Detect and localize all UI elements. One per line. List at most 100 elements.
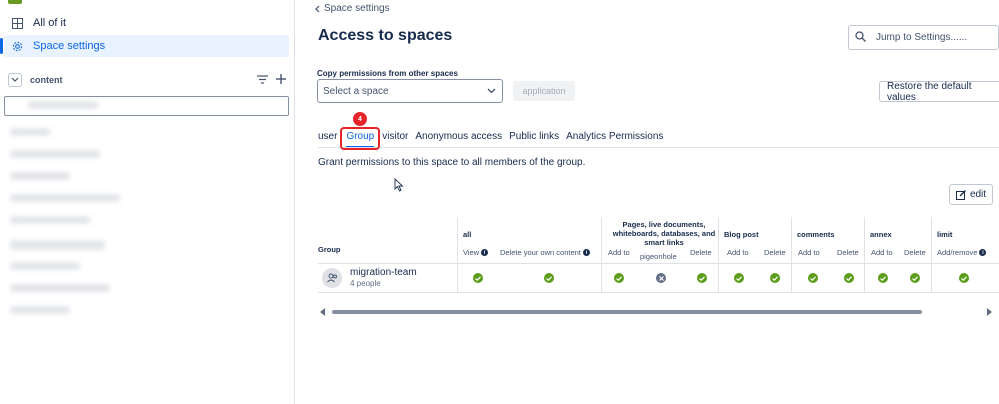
category-header: Pages, live documents, whiteboards, data… [612,220,716,247]
sub-header: View i [463,248,489,257]
group-member-count: 4 people [350,279,381,288]
check-icon [734,273,744,283]
collapse-toggle[interactable] [8,73,22,87]
tab-anonymous-access[interactable]: Anonymous access [415,131,502,147]
main-content: Space settings Access to spaces Jump to … [296,0,999,404]
jump-to-settings-input[interactable]: Jump to Settings...... [848,25,999,50]
check-icon [878,273,888,283]
jump-placeholder: Jump to Settings...... [876,32,968,43]
content-section-header: content [8,72,288,88]
app-root: All of it Space settings content Space s… [0,0,999,404]
info-icon[interactable]: i [481,249,489,256]
blurred-item [10,262,80,270]
blurred-item [10,216,90,224]
tab-visitor[interactable]: visitor [382,131,408,147]
mouse-cursor-icon [394,177,404,197]
blurred-item [10,194,120,202]
table-row[interactable]: migration-team 4 people [322,267,417,288]
plus-icon[interactable] [276,74,286,86]
header-divider [318,263,999,264]
active-indicator [0,38,3,54]
row-divider [318,292,999,293]
sidebar-item-all[interactable]: All of it [4,12,289,34]
sub-header: Delete [837,248,859,257]
group-avatar [322,267,342,288]
content-label: content [30,75,63,85]
horizontal-scrollbar[interactable] [318,306,999,318]
info-icon[interactable]: i [582,249,590,256]
category-header: limit [937,230,953,239]
apply-button[interactable]: application [513,81,575,101]
column-divider [864,217,865,293]
info-icon[interactable]: i [979,249,987,256]
category-header: Blog post [724,230,759,239]
column-divider [931,217,932,293]
column-divider [718,217,719,293]
check-icon [770,273,780,283]
chevron-left-icon [315,5,320,12]
pencil-icon [955,189,966,200]
sub-header: Delete [690,248,712,257]
check-icon [808,273,818,283]
category-header: annex [870,230,892,239]
permissions-table: Group all Pages, live documents, whitebo… [318,217,999,293]
edit-label: edit [969,189,987,200]
check-icon [959,273,969,283]
sub-header: pigeonhole [640,252,677,261]
group-name: migration-team [350,267,417,278]
sub-header: Add to [727,248,749,257]
blurred-item [10,128,50,136]
column-divider [457,217,458,293]
category-header: comments [797,230,835,239]
space-logo [8,0,22,4]
back-label: Space settings [324,3,390,14]
search-icon [855,30,866,45]
scrollbar-thumb[interactable] [332,310,922,314]
sidebar-item-space-settings[interactable]: Space settings [4,35,289,57]
sub-header: Add to [608,248,630,257]
scroll-right-icon[interactable] [986,308,992,316]
blurred-item [28,101,98,109]
tab-public-links[interactable]: Public links [509,131,559,147]
tab-description: Grant permissions to this space to all m… [318,157,586,168]
people-icon [326,273,337,282]
blurred-item [10,306,70,314]
space-select[interactable]: Select a space [317,79,503,103]
sub-header: Delete [904,248,926,257]
deny-icon [656,273,666,283]
sub-header: Add to [798,248,820,257]
breadcrumb-back[interactable]: Space settings [314,3,390,14]
sub-header: Delete [764,248,786,257]
edit-button[interactable]: edit [949,184,993,205]
sub-header: Add to [871,248,893,257]
check-icon [544,273,554,283]
grid-icon [10,16,24,30]
sub-header: Add/remove i [937,248,987,257]
restore-defaults-button[interactable]: Restore the default values [879,81,999,103]
check-icon [844,273,854,283]
check-icon [473,273,483,283]
group-column-header: Group [318,245,341,254]
tabs-divider [318,147,999,148]
select-value: Select a space [323,85,389,97]
step-badge: 4 [353,112,367,126]
sidebar-item-label: All of it [33,17,67,29]
check-icon [697,273,707,283]
page-title: Access to spaces [318,27,453,44]
sidebar: All of it Space settings content [0,0,295,404]
copy-permissions-label: Copy permissions from other spaces [317,69,458,78]
highlight-box [340,127,380,150]
chevron-down-icon [11,77,19,82]
category-header: all [463,230,472,239]
scroll-left-icon[interactable] [320,308,326,316]
chevron-down-icon [487,86,496,97]
blurred-item [10,240,105,250]
tab-user[interactable]: user [318,131,337,147]
tab-analytics-permissions[interactable]: Analytics Permissions [566,131,663,147]
blurred-item [10,150,100,158]
check-icon [910,273,920,283]
column-divider [791,217,792,293]
gear-icon [10,39,24,53]
check-icon [614,273,624,283]
filter-icon[interactable] [257,74,268,86]
